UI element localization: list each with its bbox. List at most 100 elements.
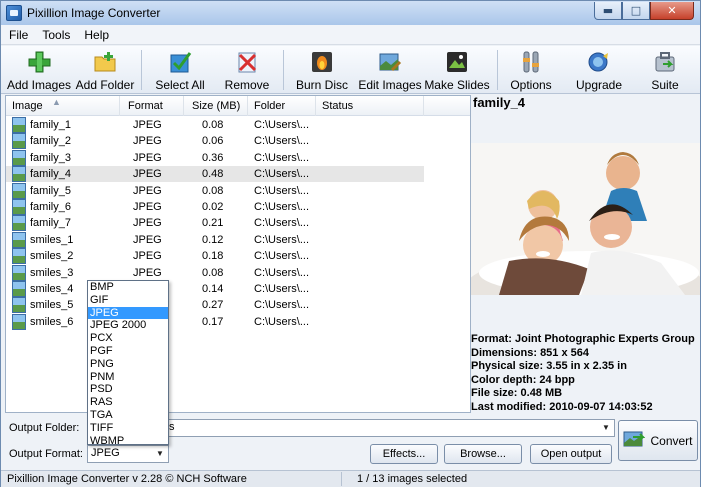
image-list[interactable]: Image ▲ Format Size (MB) Folder Status fa… <box>5 95 471 413</box>
table-row[interactable]: smiles_5 0.27 C:\Users\... <box>6 297 424 314</box>
preview-panel: family_4 Format: Joint Photographic Expe… <box>471 95 700 413</box>
menu-bar: File Tools Help <box>1 25 700 45</box>
preview-filename: family_4 <box>473 95 526 110</box>
chevron-down-icon[interactable]: ▼ <box>152 446 168 462</box>
image-thumbnail-icon <box>12 199 26 215</box>
options-button[interactable]: Options <box>507 48 555 92</box>
table-row[interactable]: family_3 JPEG 0.36 C:\Users\... <box>6 149 424 166</box>
add-images-button[interactable]: Add Images <box>6 48 72 92</box>
output-format-select[interactable]: JPEG ▼ <box>87 445 169 463</box>
maximize-button[interactable]: □ <box>622 2 650 20</box>
cell-name: smiles_3 <box>30 266 74 279</box>
menu-tools[interactable]: Tools <box>42 28 70 42</box>
minimize-button[interactable]: ▬ <box>594 2 622 20</box>
browse-button[interactable]: Browse... <box>444 444 522 464</box>
column-header-status[interactable]: Status <box>316 96 424 116</box>
cell-folder: C:\Users\... <box>254 266 310 279</box>
format-option[interactable]: JPEG <box>88 306 168 320</box>
format-option[interactable]: PCX <box>88 332 168 345</box>
list-header: Image ▲ Format Size (MB) Folder Status <box>6 96 470 116</box>
edit-images-button[interactable]: Edit Images <box>358 48 422 92</box>
table-row[interactable]: smiles_4 0.14 C:\Users\... <box>6 281 424 297</box>
chevron-down-icon[interactable]: ▼ <box>598 420 614 436</box>
output-format-label: Output Format: <box>9 448 83 460</box>
table-row[interactable]: family_4 JPEG 0.48 C:\Users\... <box>6 166 424 183</box>
add-folder-button[interactable]: Add Folder <box>75 48 135 92</box>
cell-name: family_2 <box>30 135 71 148</box>
format-option[interactable]: PGF <box>88 345 168 358</box>
checkbox-check-icon <box>168 50 192 74</box>
image-thumbnail-icon <box>12 133 26 150</box>
column-header-image[interactable]: Image ▲ <box>6 96 120 116</box>
table-row[interactable]: family_2 JPEG 0.06 C:\Users\... <box>6 133 424 150</box>
menu-file[interactable]: File <box>9 28 28 42</box>
table-row[interactable]: family_7 JPEG 0.21 C:\Users\... <box>6 215 424 232</box>
format-option[interactable]: WBMP <box>88 435 168 448</box>
format-option[interactable]: PSD <box>88 383 168 396</box>
close-button[interactable]: ✕ <box>650 2 694 20</box>
format-option[interactable]: TGA <box>88 409 168 422</box>
image-thumbnail-icon <box>12 149 26 166</box>
image-thumbnail-icon <box>12 264 26 281</box>
toolbar: Add Images Add Folder Select All Remove <box>1 46 700 94</box>
output-folder-label: Output Folder: <box>9 422 80 434</box>
cell-size: 0.08 <box>202 119 224 131</box>
cell-name: smiles_4 <box>30 283 74 295</box>
cell-size: 0.48 <box>202 168 224 181</box>
format-option[interactable]: PNM <box>88 371 168 384</box>
image-thumbnail-icon <box>12 248 26 265</box>
table-row[interactable]: family_6 JPEG 0.02 C:\Users\... <box>6 199 424 215</box>
suite-button[interactable]: Suite <box>643 48 687 92</box>
preview-image <box>471 143 700 295</box>
format-dropdown-list[interactable]: BMP GIF JPEG JPEG 2000 PCX PGF PNG PNM PSD RAS TGA… <box>87 280 169 448</box>
column-header-size[interactable]: Size (MB) <box>184 96 248 116</box>
format-option[interactable]: BMP <box>88 281 168 294</box>
remove-icon <box>235 50 259 74</box>
cell-folder: C:\Users\... <box>254 184 310 197</box>
cell-name: smiles_1 <box>30 233 74 246</box>
info-physical-size: Physical size: 3.55 in x 2.35 in <box>471 360 627 373</box>
cell-name: smiles_5 <box>30 299 74 312</box>
format-option[interactable]: PNG <box>88 358 168 371</box>
column-header-folder[interactable]: Folder <box>248 96 316 116</box>
format-option[interactable]: GIF <box>88 294 168 307</box>
format-option[interactable]: RAS <box>88 396 168 409</box>
column-header-format[interactable]: Format <box>120 96 184 116</box>
open-output-button[interactable]: Open output <box>530 444 612 464</box>
table-row[interactable]: family_5 JPEG 0.08 C:\Users\... <box>6 182 424 199</box>
image-thumbnail-icon <box>12 182 26 199</box>
cell-size: 0.14 <box>202 283 224 295</box>
format-option[interactable]: JPEG 2000 <box>88 319 168 332</box>
select-all-button[interactable]: Select All <box>154 48 206 92</box>
image-thumbnail-icon <box>12 297 26 314</box>
cell-size: 0.12 <box>202 233 224 246</box>
status-version: Pixillion Image Converter v 2.28 © NCH S… <box>7 473 247 485</box>
table-row[interactable]: smiles_2 JPEG 0.18 C:\Users\... <box>6 248 424 265</box>
cell-folder: C:\Users\... <box>254 283 310 295</box>
format-option[interactable]: TIFF <box>88 422 168 435</box>
table-row[interactable]: family_1 JPEG 0.08 C:\Users\... <box>6 117 424 133</box>
options-icon <box>519 50 543 74</box>
table-row[interactable]: smiles_3 JPEG 0.08 C:\Users\... <box>6 264 424 281</box>
cell-size: 0.27 <box>202 299 224 312</box>
status-bar: Pixillion Image Converter v 2.28 © NCH S… <box>1 470 700 487</box>
table-row[interactable]: smiles_6 0.17 C:\Users\... <box>6 313 424 330</box>
make-slides-button[interactable]: Make Slides <box>424 48 490 92</box>
cell-format: JPEG <box>133 119 162 131</box>
app-window: Pixillion Image Converter ▬ □ ✕ File Too… <box>0 0 701 487</box>
info-file-size: File size: 0.48 MB <box>471 387 563 400</box>
menu-help[interactable]: Help <box>84 28 109 42</box>
burn-disc-icon <box>310 50 334 74</box>
cell-format: JPEG <box>133 135 162 148</box>
cell-format: JPEG <box>133 184 162 197</box>
image-thumbnail-icon <box>12 166 26 183</box>
cell-size: 0.08 <box>202 184 224 197</box>
convert-button[interactable]: Convert <box>618 420 698 461</box>
upgrade-icon <box>587 50 611 74</box>
remove-button[interactable]: Remove <box>223 48 271 92</box>
table-row[interactable]: smiles_1 JPEG 0.12 C:\Users\... <box>6 231 424 248</box>
effects-button[interactable]: Effects... <box>370 444 438 464</box>
burn-disc-button[interactable]: Burn Disc <box>296 48 348 92</box>
toolbar-separator <box>283 50 284 90</box>
upgrade-button[interactable]: Upgrade <box>575 48 623 92</box>
